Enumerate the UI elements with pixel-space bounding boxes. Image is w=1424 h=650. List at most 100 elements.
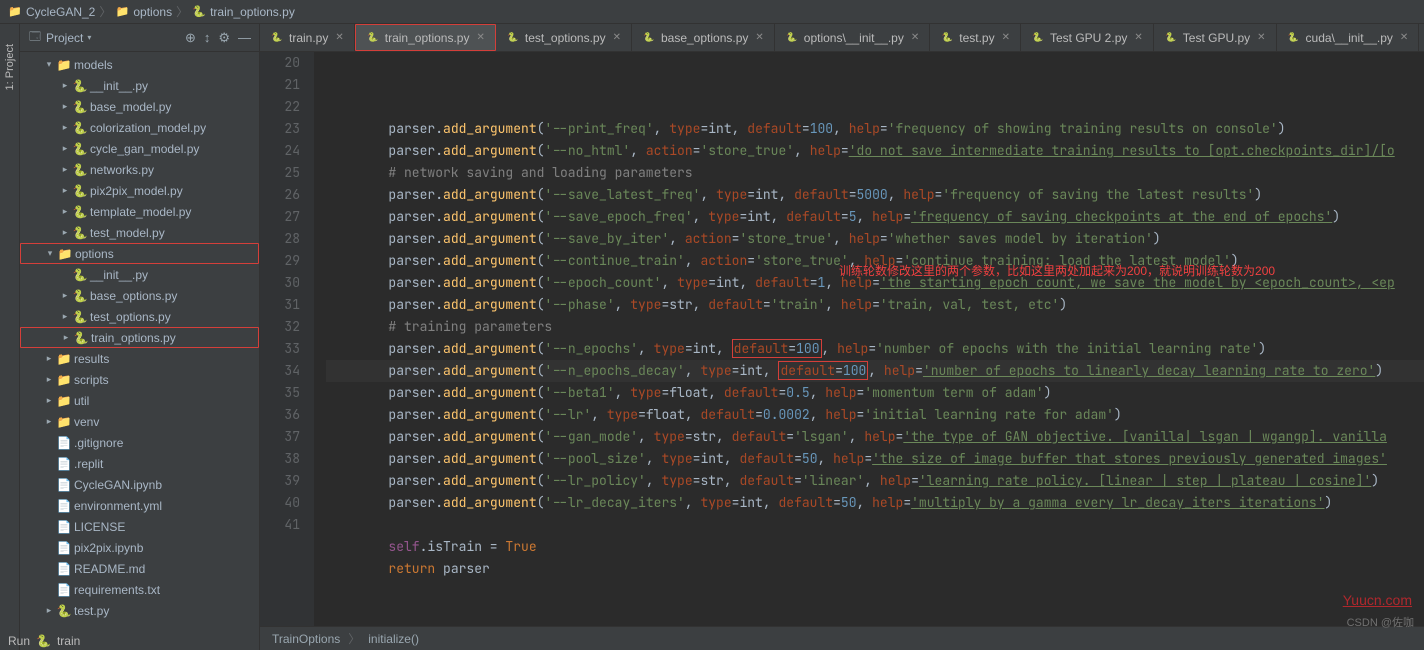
close-icon[interactable]: ✕ (755, 32, 763, 43)
tree-arrow-icon[interactable]: ▸ (60, 143, 70, 154)
tree-folder[interactable]: ▸📁venv (20, 411, 259, 432)
tree-file[interactable]: 📄LICENSE (20, 516, 259, 537)
breadcrumb-item[interactable]: train_options.py (210, 5, 295, 19)
tree-file[interactable]: ▸🐍test_options.py (20, 306, 259, 327)
code-line[interactable]: parser.add_argument('--beta1', type=floa… (326, 382, 1424, 404)
tree-arrow-icon[interactable]: ▸ (60, 227, 70, 238)
tree-file[interactable]: 🐍__init__.py (20, 264, 259, 285)
editor-tab[interactable]: 🐍test_options.py✕ (496, 24, 632, 51)
close-icon[interactable]: ✕ (613, 32, 621, 43)
code-line[interactable]: return parser (326, 558, 1424, 580)
code-line[interactable]: parser.add_argument('--no_html', action=… (326, 140, 1424, 162)
editor-tab[interactable]: 🐍Test GPU 2.py✕ (1021, 24, 1154, 51)
tree-arrow-icon[interactable]: ▸ (44, 416, 54, 427)
code-line[interactable]: parser.add_argument('--save_by_iter', ac… (326, 228, 1424, 250)
tree-arrow-icon[interactable]: ▸ (44, 353, 54, 364)
line-number: 39 (260, 470, 300, 492)
tree-arrow-icon[interactable]: ▾ (45, 248, 55, 259)
editor-tab[interactable]: 🐍train.py✕ (260, 24, 355, 51)
tree-folder[interactable]: ▸📁util (20, 390, 259, 411)
code-line[interactable]: parser.add_argument('--lr', type=float, … (326, 404, 1424, 426)
tree-file[interactable]: 📄pix2pix.ipynb (20, 537, 259, 558)
tree-arrow-icon[interactable]: ▸ (60, 122, 70, 133)
locate-icon[interactable]: ⊕ (185, 30, 196, 46)
editor-tab[interactable]: 🐍test.py✕ (930, 24, 1021, 51)
tree-arrow-icon[interactable]: ▸ (60, 80, 70, 91)
editor-tab[interactable]: 🐍base_options.py✕ (632, 24, 775, 51)
tree-file[interactable]: ▸🐍pix2pix_model.py (20, 180, 259, 201)
close-icon[interactable]: ✕ (476, 32, 484, 43)
code-editor[interactable]: 2021222324252627282930313233343536373839… (260, 52, 1424, 626)
close-icon[interactable]: ✕ (1400, 32, 1408, 43)
tree-file[interactable]: ▸🐍__init__.py (20, 75, 259, 96)
tree-item-label: requirements.txt (74, 583, 160, 597)
tree-file[interactable]: 📄.gitignore (20, 432, 259, 453)
code-line[interactable]: parser.add_argument('--gan_mode', type=s… (326, 426, 1424, 448)
code-line[interactable]: parser.add_argument('--save_latest_freq'… (326, 184, 1424, 206)
gear-icon[interactable]: ⚙ (218, 30, 230, 46)
tree-file[interactable]: ▸🐍colorization_model.py (20, 117, 259, 138)
tree-arrow-icon[interactable]: ▸ (60, 185, 70, 196)
tree-arrow-icon[interactable]: ▸ (61, 332, 71, 343)
tree-folder[interactable]: ▸📁scripts (20, 369, 259, 390)
hide-icon[interactable]: — (238, 30, 251, 46)
close-icon[interactable]: ✕ (1257, 32, 1265, 43)
tree-file[interactable]: ▸🐍test.py (20, 600, 259, 621)
close-icon[interactable]: ✕ (911, 32, 919, 43)
tree-file[interactable]: ▸🐍test_model.py (20, 222, 259, 243)
tree-folder[interactable]: ▾📁models (20, 54, 259, 75)
run-config[interactable]: train (57, 634, 80, 648)
tree-file[interactable]: 📄requirements.txt (20, 579, 259, 600)
run-label[interactable]: Run (8, 634, 30, 648)
editor-tab[interactable]: 🐍cuda\__init__.py✕ (1277, 24, 1420, 51)
breadcrumb-item[interactable]: options (133, 5, 172, 19)
code-line[interactable]: parser.add_argument('--lr_decay_iters', … (326, 492, 1424, 514)
code-line[interactable] (326, 580, 1424, 602)
tree-arrow-icon[interactable]: ▸ (60, 101, 70, 112)
tree-file[interactable]: ▸🐍cycle_gan_model.py (20, 138, 259, 159)
code-line[interactable]: parser.add_argument('--save_epoch_freq',… (326, 206, 1424, 228)
tree-arrow-icon[interactable]: ▸ (44, 374, 54, 385)
tree-arrow-icon[interactable]: ▸ (44, 395, 54, 406)
editor-tab[interactable]: 🐍Test GPU.py✕ (1154, 24, 1277, 51)
code-line[interactable]: parser.add_argument('--print_freq', type… (326, 118, 1424, 140)
breadcrumb-item[interactable]: CycleGAN_2 (26, 5, 95, 19)
tree-arrow-icon[interactable]: ▸ (60, 311, 70, 322)
tree-folder[interactable]: ▸📁results (20, 348, 259, 369)
tree-file[interactable]: 📄CycleGAN.ipynb (20, 474, 259, 495)
tree-arrow-icon[interactable]: ▸ (60, 290, 70, 301)
tree-arrow-icon[interactable]: ▸ (60, 164, 70, 175)
code-line[interactable]: parser.add_argument('--lr_policy', type=… (326, 470, 1424, 492)
expand-icon[interactable]: ↕ (204, 30, 211, 46)
tree-folder[interactable]: ▾📁options (20, 243, 259, 264)
project-tab-label[interactable]: 1: Project (4, 44, 16, 90)
tree-file[interactable]: ▸🐍base_model.py (20, 96, 259, 117)
editor-tab[interactable]: 🐍options\__init__.py✕ (775, 24, 930, 51)
code-line[interactable]: parser.add_argument('--n_epochs_decay', … (326, 360, 1424, 382)
close-icon[interactable]: ✕ (1134, 32, 1142, 43)
code-line[interactable]: parser.add_argument('--phase', type=str,… (326, 294, 1424, 316)
code-line[interactable]: self.isTrain = True (326, 536, 1424, 558)
code-content[interactable]: 训练轮数修改这里的两个参数，比如这里两处加起来为200，就说明训练轮数为200 … (314, 52, 1424, 626)
close-icon[interactable]: ✕ (1002, 32, 1010, 43)
code-line[interactable]: parser.add_argument('--pool_size', type=… (326, 448, 1424, 470)
project-tree[interactable]: ▾📁models▸🐍__init__.py▸🐍base_model.py▸🐍co… (20, 52, 259, 650)
tree-arrow-icon[interactable]: ▸ (60, 206, 70, 217)
tree-file[interactable]: ▸🐍template_model.py (20, 201, 259, 222)
code-line[interactable]: # training parameters (326, 316, 1424, 338)
tree-file[interactable]: ▸🐍networks.py (20, 159, 259, 180)
dropdown-icon[interactable]: ▾ (87, 33, 91, 42)
tree-file[interactable]: 📄environment.yml (20, 495, 259, 516)
code-line[interactable] (326, 514, 1424, 536)
tree-file[interactable]: ▸🐍base_options.py (20, 285, 259, 306)
tree-file[interactable]: 📄README.md (20, 558, 259, 579)
tree-file[interactable]: ▸🐍train_options.py (20, 327, 259, 348)
tree-arrow-icon[interactable]: ▾ (44, 59, 54, 70)
code-line[interactable]: # network saving and loading parameters (326, 162, 1424, 184)
tool-window-stripe[interactable]: 1: Project (0, 24, 20, 650)
editor-tab[interactable]: 🐍train_options.py✕ (355, 24, 496, 51)
tree-arrow-icon[interactable]: ▸ (44, 605, 54, 616)
code-line[interactable]: parser.add_argument('--n_epochs', type=i… (326, 338, 1424, 360)
tree-file[interactable]: 📄.replit (20, 453, 259, 474)
close-icon[interactable]: ✕ (335, 32, 343, 43)
